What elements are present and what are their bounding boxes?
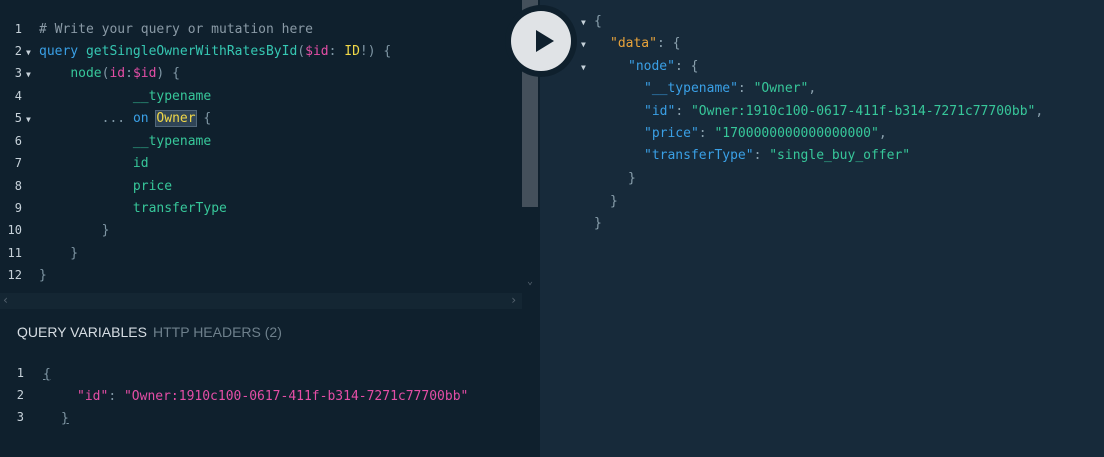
code-line: query getSingleOwnerWithRatesById($id: I…: [39, 44, 392, 59]
code-line: transferType: [132, 201, 227, 216]
code-line: price: [132, 179, 173, 194]
result-line: }: [594, 216, 602, 231]
code-line: ... on Owner {: [101, 110, 212, 127]
code-line: }: [39, 246, 79, 261]
scroll-down-icon[interactable]: ⌄: [524, 276, 536, 287]
query-editor[interactable]: 1 2 3 4 5 6 7 8 9 10 11 12 ▼ ▼ ▼ # Write…: [0, 0, 540, 293]
code-line: {: [43, 367, 51, 382]
code-line: }: [39, 268, 47, 283]
line-number: 2: [16, 388, 24, 402]
line-number: 2: [14, 44, 22, 58]
code-line: __typename: [132, 89, 212, 104]
fold-arrow-icon[interactable]: ▼: [26, 115, 31, 124]
line-number: 12: [7, 268, 22, 282]
variables-tabbar: QUERY VARIABLES HTTP HEADERS (2): [0, 310, 540, 356]
line-number: 11: [7, 246, 22, 260]
result-viewer: ▼ ▼ ▼ { "data": { "node": { "__typename"…: [540, 0, 1104, 457]
fold-arrow-icon[interactable]: ▼: [26, 70, 31, 79]
code-line: # Write your query or mutation here: [39, 22, 313, 37]
line-number: 3: [16, 410, 24, 424]
code-line: node(id:$id) {: [70, 66, 180, 81]
line-number: 1: [16, 366, 24, 380]
play-icon[interactable]: [536, 30, 554, 52]
line-number: 7: [14, 156, 22, 170]
code-line: __typename: [132, 134, 212, 149]
fold-arrow-icon[interactable]: ▼: [26, 48, 31, 57]
editor-column: 1 2 3 4 5 6 7 8 9 10 11 12 ▼ ▼ ▼ # Write…: [0, 0, 540, 457]
highlighted-type: Owner: [155, 110, 197, 127]
result-line: "data": {: [610, 36, 681, 51]
code-line: id: [132, 156, 149, 171]
fold-arrow-icon[interactable]: ▼: [581, 18, 586, 27]
line-number: 1: [14, 22, 22, 36]
result-line: "__typename": "Owner",: [644, 81, 817, 96]
result-line: }: [628, 171, 636, 186]
line-number: 9: [14, 201, 22, 215]
fold-arrow-icon[interactable]: ▼: [581, 63, 586, 72]
fold-arrow-icon[interactable]: ▼: [581, 40, 586, 49]
horizontal-scrollbar[interactable]: [0, 293, 522, 309]
code-line: }: [61, 411, 69, 426]
code-line: }: [39, 223, 110, 238]
code-line: "id": "Owner:1910c100-0617-411f-b314-727…: [77, 389, 469, 404]
result-line: "price": "1700000000000000000",: [644, 126, 887, 141]
result-line: "transferType": "single_buy_offer": [644, 148, 911, 163]
scroll-right-icon[interactable]: ›: [510, 293, 517, 307]
line-number: 5: [14, 111, 22, 125]
line-number: 8: [14, 179, 22, 193]
line-number: 6: [14, 134, 22, 148]
tab-http-headers[interactable]: HTTP HEADERS (2): [153, 324, 282, 340]
result-line: }: [610, 194, 618, 209]
scroll-left-icon[interactable]: ‹: [2, 293, 9, 307]
line-number: 10: [7, 223, 22, 237]
variables-editor[interactable]: 1 2 3 { "id": "Owner:1910c100-0617-411f-…: [0, 356, 540, 457]
result-line: "id": "Owner:1910c100-0617-411f-b314-727…: [644, 104, 1044, 119]
line-number: 3: [14, 66, 22, 80]
tab-query-variables[interactable]: QUERY VARIABLES: [17, 324, 147, 340]
result-line: "node": {: [628, 59, 699, 74]
result-line: {: [594, 14, 602, 29]
line-number: 4: [14, 89, 22, 103]
